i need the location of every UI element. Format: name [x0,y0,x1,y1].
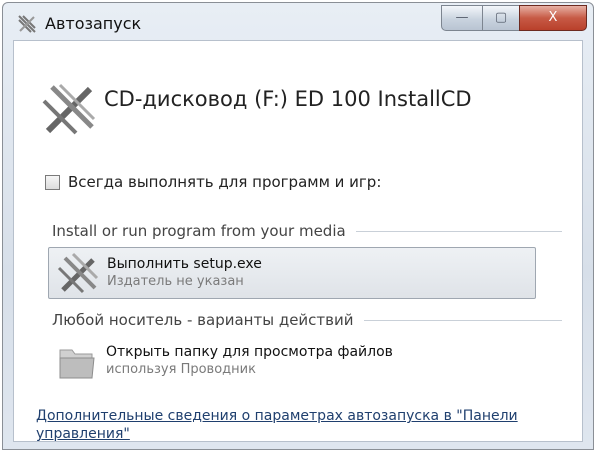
autoplay-window: Автозапуск — ▢ X CD-дисковод (F:) ED 100… [2,2,594,450]
installer-icon [57,252,99,294]
option-title: Открыть папку для просмотра файлов [106,344,393,360]
always-do-label[interactable]: Всегда выполнять для программ и игр: [68,173,381,191]
minimize-icon: — [455,10,469,25]
drive-title: CD-дисковод (F:) ED 100 InstallCD [104,87,472,111]
cd-drive-icon [42,83,96,135]
maximize-button[interactable]: ▢ [482,5,520,31]
minimize-button[interactable]: — [441,5,483,31]
section-divider [363,319,562,321]
section-title: Install or run program from your media [52,222,346,240]
option-title: Выполнить setup.exe [107,256,262,272]
section-header-any-media: Любой носитель - варианты действий [52,311,562,329]
dialog-content: CD-дисковод (F:) ED 100 InstallCD Всегда… [13,40,583,442]
close-button[interactable]: X [519,5,587,31]
folder-icon [59,349,95,379]
autoplay-icon [18,15,36,33]
option-subtitle: Издатель не указан [107,274,244,289]
autoplay-settings-link[interactable]: Дополнительные сведения о параметрах авт… [36,407,556,441]
section-divider [355,230,562,232]
maximize-icon: ▢ [494,10,508,25]
option-subtitle: используя Проводник [106,362,256,377]
window-title: Автозапуск [45,14,142,33]
title-bar[interactable]: Автозапуск — ▢ X [3,3,593,43]
section-header-install: Install or run program from your media [52,222,562,240]
open-folder-option[interactable]: Открыть папку для просмотра файлов испол… [48,336,536,388]
always-do-checkbox[interactable] [45,175,60,190]
section-title: Любой носитель - варианты действий [52,311,354,329]
run-setup-option[interactable]: Выполнить setup.exe Издатель не указан [48,247,536,299]
close-icon: X [548,10,558,25]
